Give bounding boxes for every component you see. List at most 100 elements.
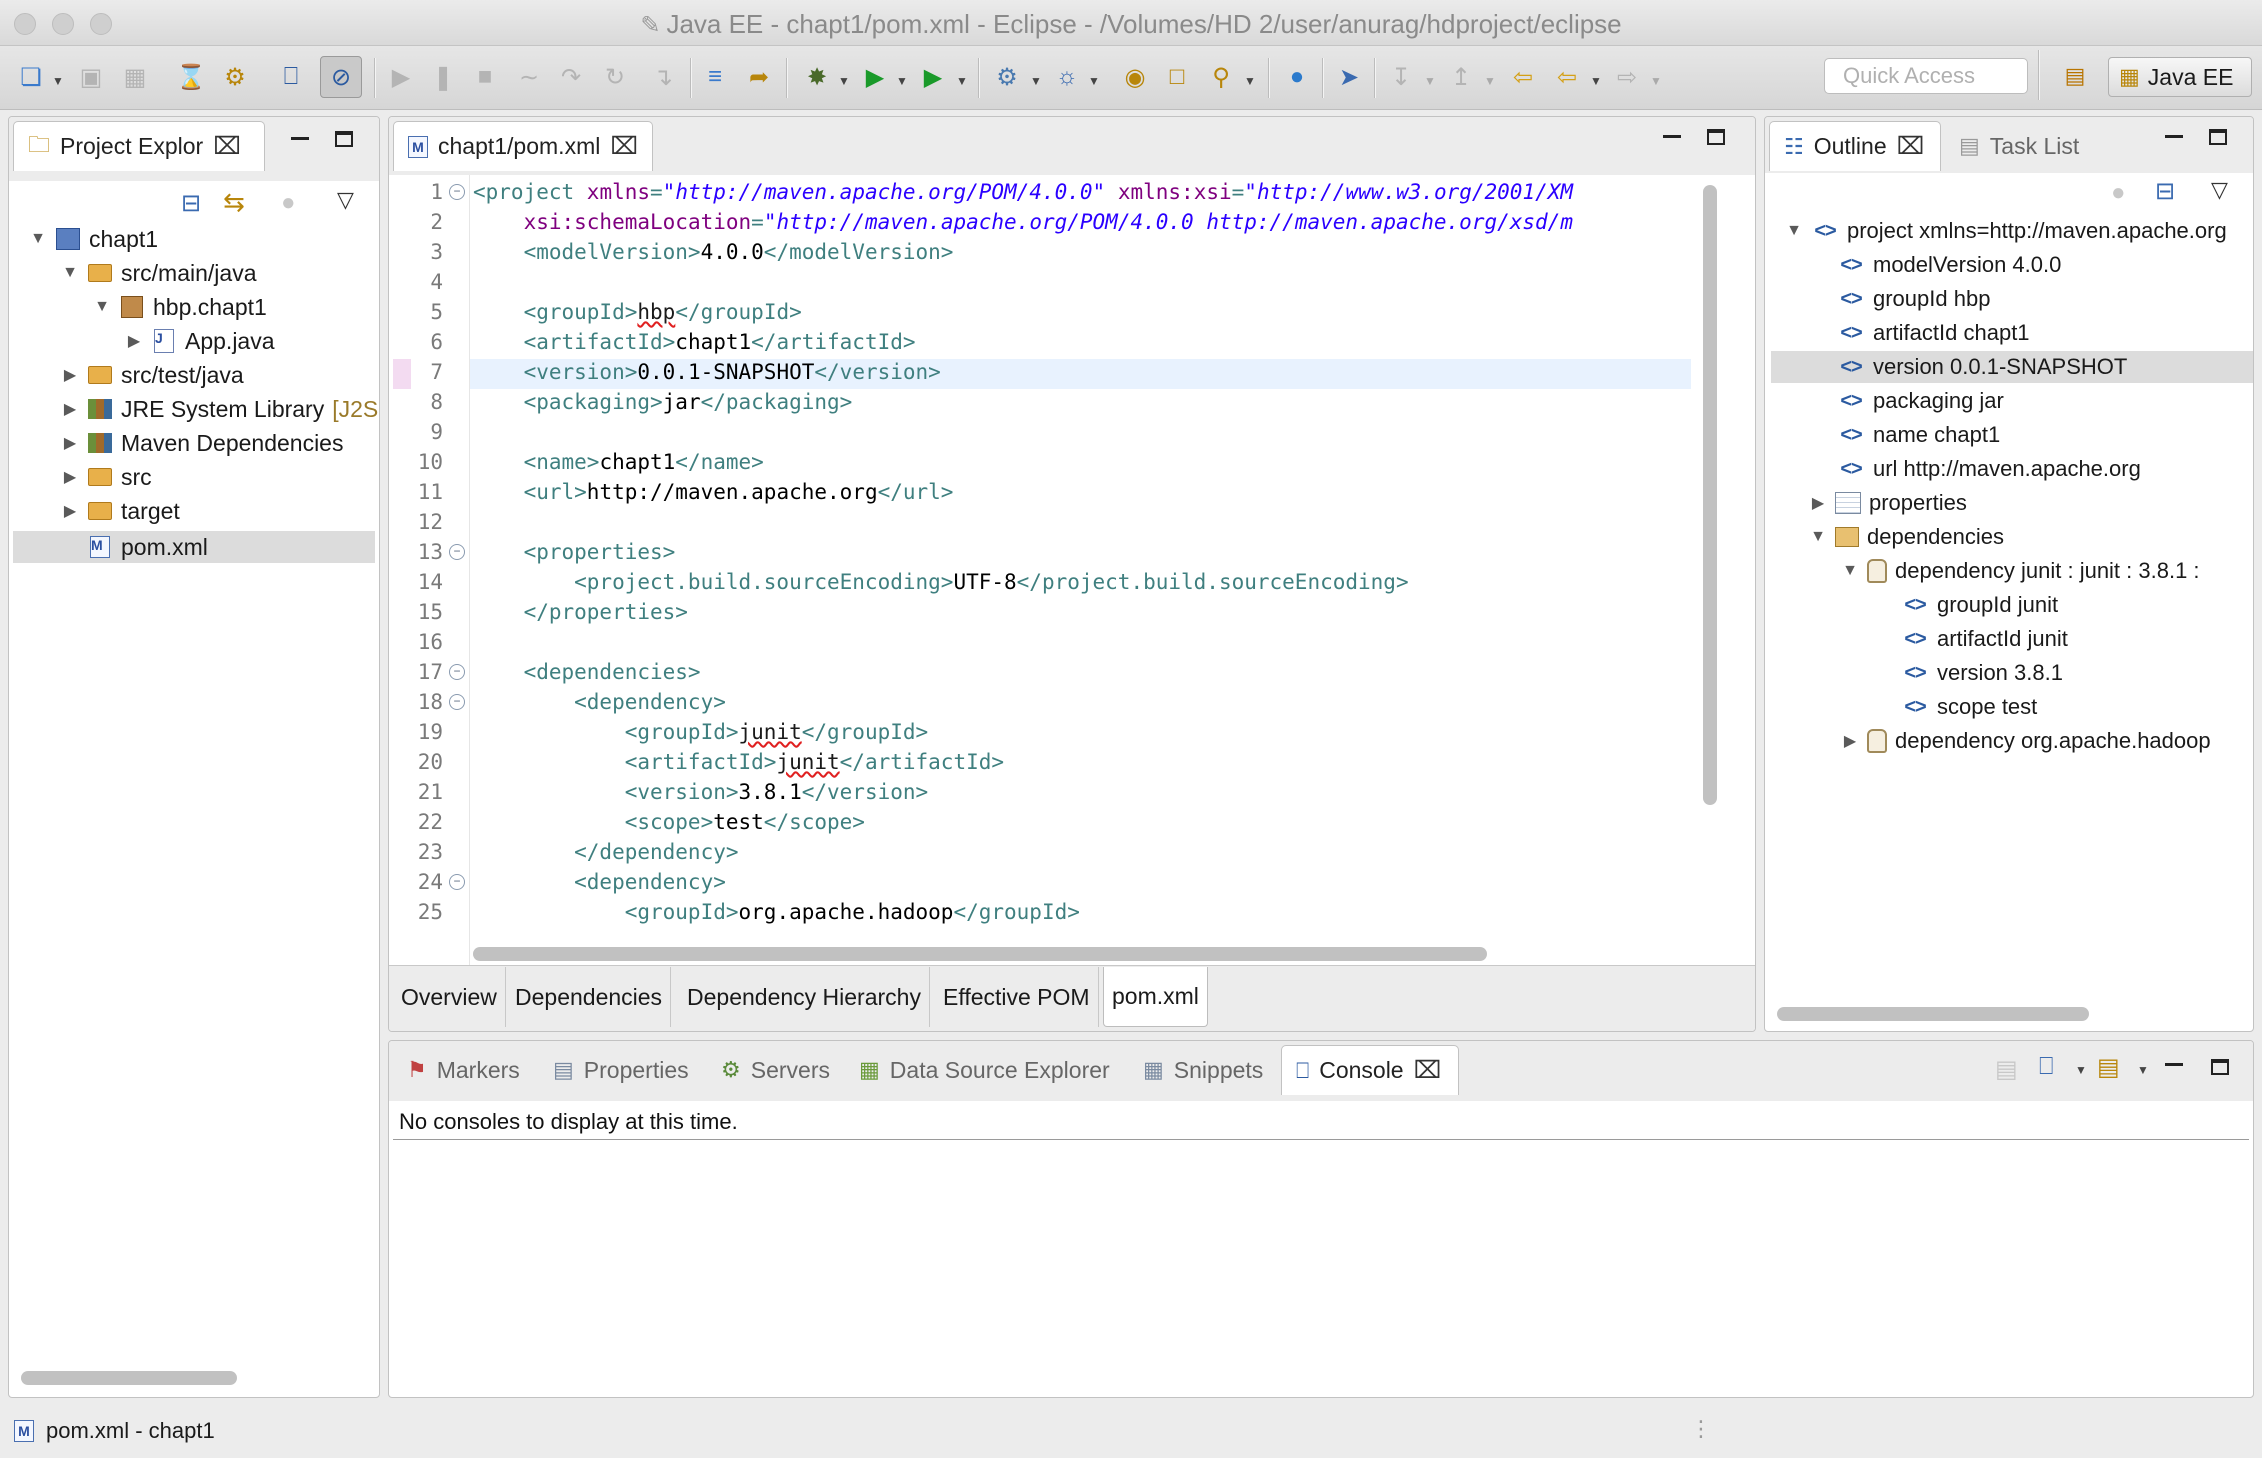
code-area[interactable]: 1 2 3 4 5 6 7 8 9 10 11 12 13 14 15 16 17 18 19 20 21 22 23 24 2… bbox=[389, 175, 1755, 965]
new-icon[interactable]: ❏ bbox=[14, 60, 48, 94]
filter-icon[interactable]: ● bbox=[2111, 179, 2126, 207]
fold-toggle-icon[interactable]: − bbox=[449, 694, 465, 710]
search-dropdown-icon[interactable]: ▼ bbox=[1244, 74, 1256, 88]
search-icon[interactable]: ⚲ bbox=[1204, 60, 1238, 94]
horizontal-scrollbar[interactable] bbox=[473, 947, 1487, 961]
terminate-icon[interactable]: ■ bbox=[468, 60, 502, 94]
run-external-tool-icon[interactable]: ▶ bbox=[916, 60, 950, 94]
pin-console-icon[interactable]: ▤ bbox=[1995, 1055, 2018, 1084]
open-perspective-icon[interactable]: ▤ bbox=[2057, 58, 2093, 94]
outline-item-artifactid[interactable]: <> artifactId chapt1 bbox=[1837, 317, 2029, 349]
tree-item-target[interactable]: ▶ target bbox=[61, 495, 180, 527]
step-into-icon[interactable]: ↷ bbox=[554, 60, 588, 94]
outline-item-junit-groupid[interactable]: <> groupId junit bbox=[1901, 589, 2058, 621]
collapsed-arrow-icon[interactable]: ▶ bbox=[1841, 731, 1859, 751]
tree-item-hbp-chapt1[interactable]: ▼ hbp.chapt1 bbox=[93, 291, 267, 323]
forward-icon[interactable]: ⇨ bbox=[1610, 60, 1644, 94]
tree-item-pom-xml[interactable]: M pom.xml bbox=[61, 531, 208, 563]
fold-toggle-icon[interactable]: − bbox=[449, 184, 465, 200]
tab-console[interactable]: ⎕ Console ⌧ bbox=[1281, 1045, 1459, 1095]
step-return-icon[interactable]: ↴ bbox=[646, 60, 680, 94]
quick-access-input[interactable]: Quick Access bbox=[1824, 58, 2028, 94]
expanded-arrow-icon[interactable]: ▼ bbox=[93, 298, 111, 316]
save-icon[interactable]: ▣ bbox=[74, 60, 108, 94]
new-server-icon[interactable]: ⚙ bbox=[990, 60, 1024, 94]
skip-breakpoints-icon[interactable]: ⊘ bbox=[320, 56, 362, 98]
debug-icon[interactable]: ✸ bbox=[800, 60, 834, 94]
tree-item-src[interactable]: ▶ src bbox=[61, 461, 152, 493]
outline-item-dependency-hadoop[interactable]: ▶ dependency org.apache.hadoop bbox=[1841, 725, 2211, 757]
open-folder-icon[interactable]: □ bbox=[1160, 60, 1194, 94]
filter-icon[interactable]: ● bbox=[281, 189, 296, 217]
previous-annotation-icon[interactable]: ↥ bbox=[1444, 60, 1478, 94]
outline-item-dependency-junit[interactable]: ▼ dependency junit : junit : 3.8.1 : bbox=[1841, 555, 2200, 587]
expanded-arrow-icon[interactable]: ▼ bbox=[1785, 222, 1803, 240]
external-tool-dropdown-icon[interactable]: ▼ bbox=[956, 74, 968, 88]
minimize-icon[interactable] bbox=[2165, 135, 2183, 138]
resume-icon[interactable]: ▶ bbox=[384, 60, 418, 94]
status-bar-handle[interactable]: ⋮ bbox=[1690, 1416, 1712, 1442]
fold-toggle-icon[interactable]: − bbox=[449, 664, 465, 680]
web-service-dropdown-icon[interactable]: ▼ bbox=[1088, 74, 1100, 88]
maximize-icon[interactable] bbox=[2211, 1059, 2229, 1075]
annotation-icon[interactable]: ➤ bbox=[1332, 60, 1366, 94]
close-icon[interactable]: ⌧ bbox=[1897, 132, 1925, 161]
fold-toggle-icon[interactable]: − bbox=[449, 544, 465, 560]
outline-item-project[interactable]: ▼ <> project xmlns=http://maven.apache.o… bbox=[1785, 215, 2227, 247]
close-icon[interactable]: ⌧ bbox=[1414, 1056, 1442, 1085]
collapsed-arrow-icon[interactable]: ▶ bbox=[61, 501, 79, 521]
maximize-icon[interactable] bbox=[2209, 129, 2227, 145]
terminal-icon[interactable]: ⎕ bbox=[274, 60, 308, 94]
open-task-icon[interactable]: ⚙ bbox=[218, 60, 252, 94]
collapsed-arrow-icon[interactable]: ▶ bbox=[1809, 493, 1827, 513]
tab-overview[interactable]: Overview bbox=[393, 967, 506, 1027]
horizontal-scrollbar[interactable] bbox=[1777, 1007, 2089, 1021]
step-over-icon[interactable]: ↻ bbox=[598, 60, 632, 94]
view-menu-icon[interactable]: ▽ bbox=[337, 187, 354, 213]
maximize-icon[interactable] bbox=[1707, 129, 1725, 145]
use-step-filters-icon[interactable]: ≡ bbox=[698, 60, 732, 94]
debug-dropdown-icon[interactable]: ▼ bbox=[838, 74, 850, 88]
last-edit-location-icon[interactable]: ⇦ bbox=[1506, 60, 1540, 94]
collapsed-arrow-icon[interactable]: ▶ bbox=[61, 365, 79, 385]
tab-data-source-explorer[interactable]: ▦ Data Source Explorer bbox=[845, 1045, 1124, 1095]
tree-item-src-test-java[interactable]: ▶ src/test/java bbox=[61, 359, 244, 391]
disconnect-icon[interactable]: ∼ bbox=[512, 60, 546, 94]
outline-item-dependencies[interactable]: ▼ dependencies bbox=[1809, 521, 2004, 553]
forward-dropdown-icon[interactable]: ▼ bbox=[1650, 74, 1662, 88]
minimize-icon[interactable] bbox=[2165, 1063, 2183, 1066]
display-console-dropdown-icon[interactable]: ▼ bbox=[2075, 1063, 2087, 1077]
suspend-icon[interactable]: ❚ bbox=[426, 60, 460, 94]
build-icon[interactable]: ⌛ bbox=[174, 60, 208, 94]
open-console-icon[interactable]: ▤ bbox=[2097, 1053, 2120, 1082]
tab-pom-xml-source[interactable]: pom.xml bbox=[1103, 967, 1208, 1027]
tab-snippets[interactable]: ▦ Snippets bbox=[1129, 1045, 1277, 1095]
tab-dependencies[interactable]: Dependencies bbox=[507, 967, 672, 1027]
expanded-arrow-icon[interactable]: ▼ bbox=[61, 264, 79, 282]
tab-dependency-hierarchy[interactable]: Dependency Hierarchy bbox=[679, 967, 930, 1027]
expanded-arrow-icon[interactable]: ▼ bbox=[1841, 562, 1859, 580]
expanded-arrow-icon[interactable]: ▼ bbox=[1809, 528, 1827, 546]
run-dropdown-icon[interactable]: ▼ bbox=[896, 74, 908, 88]
minimize-icon[interactable] bbox=[1663, 135, 1681, 138]
tree-item-maven-dependencies[interactable]: ▶ Maven Dependencies bbox=[61, 427, 344, 459]
close-icon[interactable]: ⌧ bbox=[213, 132, 241, 161]
tree-item-app-java[interactable]: ▶ J App.java bbox=[125, 325, 275, 357]
tab-task-list[interactable]: ▤ Task List bbox=[1945, 121, 2095, 171]
outline-item-version[interactable]: <> version 0.0.1-SNAPSHOT bbox=[1837, 351, 2127, 383]
outline-item-name[interactable]: <> name chapt1 bbox=[1837, 419, 2000, 451]
open-console-dropdown-icon[interactable]: ▼ bbox=[2137, 1063, 2149, 1077]
back-dropdown-icon[interactable]: ▼ bbox=[1590, 74, 1602, 88]
tab-chapt1-pom-xml[interactable]: M chapt1/pom.xml ⌧ bbox=[393, 121, 653, 171]
close-icon[interactable]: ⌧ bbox=[610, 132, 638, 161]
outline-item-groupid[interactable]: <> groupId hbp bbox=[1837, 283, 1990, 315]
tab-properties[interactable]: ▤ Properties bbox=[539, 1045, 703, 1095]
outline-item-url[interactable]: <> url http://maven.apache.org bbox=[1837, 453, 2141, 485]
link-with-editor-icon[interactable]: ⇆ bbox=[223, 187, 245, 218]
collapsed-arrow-icon[interactable]: ▶ bbox=[61, 433, 79, 453]
tree-item-chapt1[interactable]: ▼ chapt1 bbox=[29, 223, 158, 255]
outline-item-packaging[interactable]: <> packaging jar bbox=[1837, 385, 2004, 417]
run-icon[interactable]: ▶ bbox=[858, 60, 892, 94]
expanded-arrow-icon[interactable]: ▼ bbox=[29, 230, 47, 248]
open-type-icon[interactable]: ◉ bbox=[1118, 60, 1152, 94]
